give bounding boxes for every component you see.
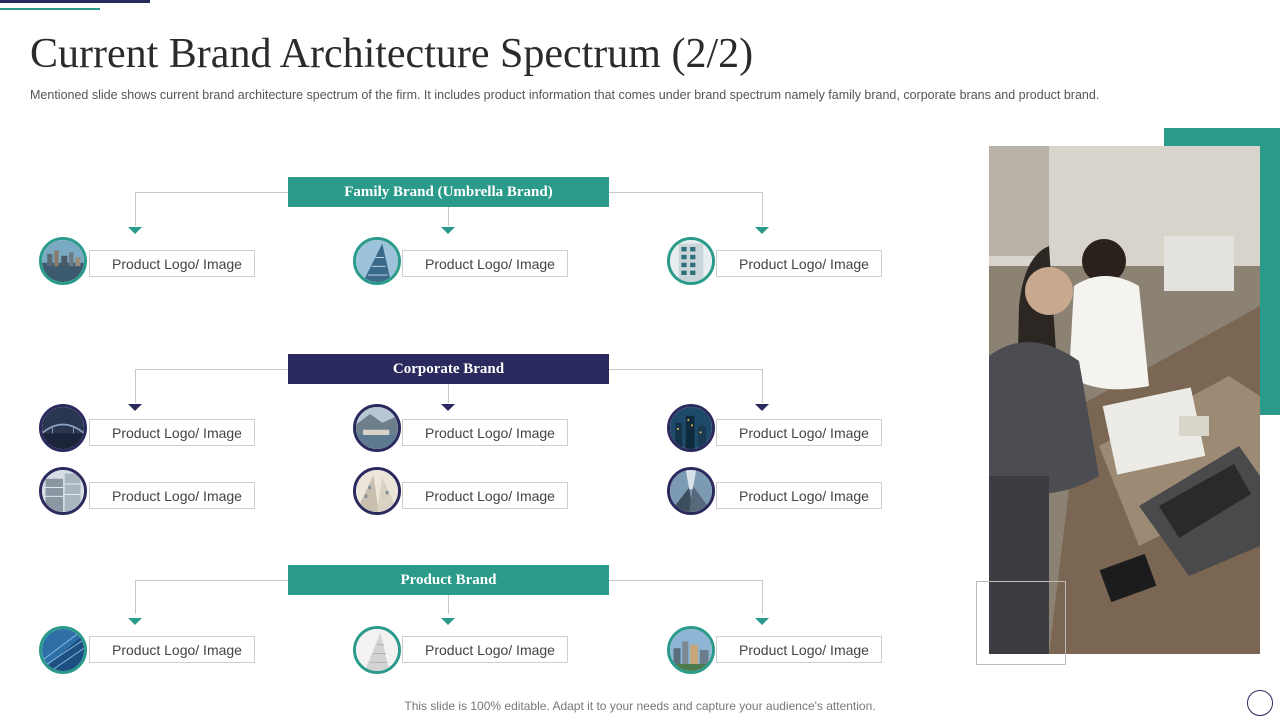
arrow-down-icon [128, 404, 142, 411]
glass-tower-image-icon [353, 237, 401, 285]
page-subtitle: Mentioned slide shows current brand arch… [30, 88, 1100, 102]
team-meeting-photo [989, 146, 1260, 654]
family-brand-header: Family Brand (Umbrella Brand) [288, 177, 609, 207]
decorative-outline-box [976, 581, 1066, 665]
top-accent-bar-teal [0, 8, 100, 10]
coastal-city-image-icon [353, 404, 401, 452]
corner-circle-icon [1247, 690, 1273, 716]
corporate-brand-header: Corporate Brand [288, 354, 609, 384]
product-box: Product Logo/ Image [402, 250, 568, 277]
product-box: Product Logo/ Image [89, 636, 255, 663]
arrow-down-icon [755, 227, 769, 234]
downtown-skyline-image-icon [667, 626, 715, 674]
city-skyline-image-icon [39, 237, 87, 285]
skyscraper-lookup-image-icon [667, 467, 715, 515]
arrow-down-icon [441, 404, 455, 411]
office-building-image-icon [39, 467, 87, 515]
connector-line [135, 580, 136, 614]
arrow-down-icon [441, 227, 455, 234]
bridge-image-icon [39, 404, 87, 452]
product-box: Product Logo/ Image [89, 482, 255, 509]
arrow-down-icon [128, 227, 142, 234]
connector-line [135, 369, 136, 403]
connector-line [762, 580, 763, 614]
product-box: Product Logo/ Image [402, 419, 568, 446]
connector-line [135, 192, 136, 226]
connector-line [762, 369, 763, 403]
street-buildings-image-icon [353, 467, 401, 515]
white-tower-image-icon [353, 626, 401, 674]
product-brand-header: Product Brand [288, 565, 609, 595]
top-accent-bar-navy [0, 0, 150, 3]
apartment-building-image-icon [667, 237, 715, 285]
glass-facade-image-icon [39, 626, 87, 674]
footer-note: This slide is 100% editable. Adapt it to… [404, 699, 876, 713]
connector-line [448, 206, 449, 226]
product-box: Product Logo/ Image [89, 250, 255, 277]
product-box: Product Logo/ Image [402, 636, 568, 663]
product-box: Product Logo/ Image [402, 482, 568, 509]
connector-line [448, 595, 449, 614]
connector-line [448, 384, 449, 403]
page-title: Current Brand Architecture Spectrum (2/2… [30, 31, 754, 77]
arrow-down-icon [755, 618, 769, 625]
arrow-down-icon [441, 618, 455, 625]
connector-line [762, 192, 763, 226]
arrow-down-icon [128, 618, 142, 625]
product-box: Product Logo/ Image [716, 419, 882, 446]
product-box: Product Logo/ Image [89, 419, 255, 446]
product-box: Product Logo/ Image [716, 482, 882, 509]
product-box: Product Logo/ Image [716, 636, 882, 663]
product-box: Product Logo/ Image [716, 250, 882, 277]
night-towers-image-icon [667, 404, 715, 452]
arrow-down-icon [755, 404, 769, 411]
